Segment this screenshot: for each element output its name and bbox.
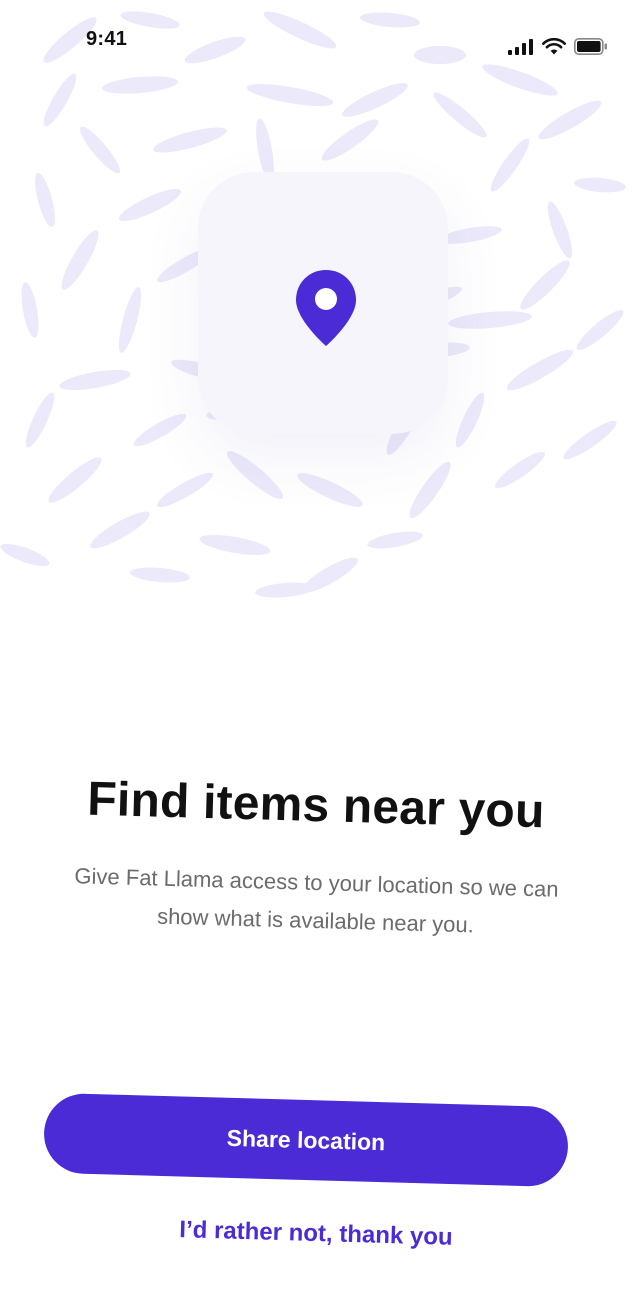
status-bar: 9:41	[0, 0, 632, 80]
status-icons	[508, 38, 608, 55]
share-location-button[interactable]: Share location	[42, 1092, 570, 1188]
wifi-icon	[542, 38, 566, 55]
cellular-signal-icon	[508, 38, 533, 55]
page-title: Find items near you	[86, 772, 546, 839]
battery-icon	[574, 38, 607, 55]
decline-location-link[interactable]: I’d rather not, thank you	[0, 1211, 632, 1257]
location-pin-icon	[296, 270, 356, 346]
status-time: 9:41	[86, 28, 128, 50]
page-description: Give Fat Llama access to your location s…	[74, 863, 559, 938]
location-permission-screen: 9:41 Find items near you Give Fat Llama …	[0, 0, 632, 1314]
